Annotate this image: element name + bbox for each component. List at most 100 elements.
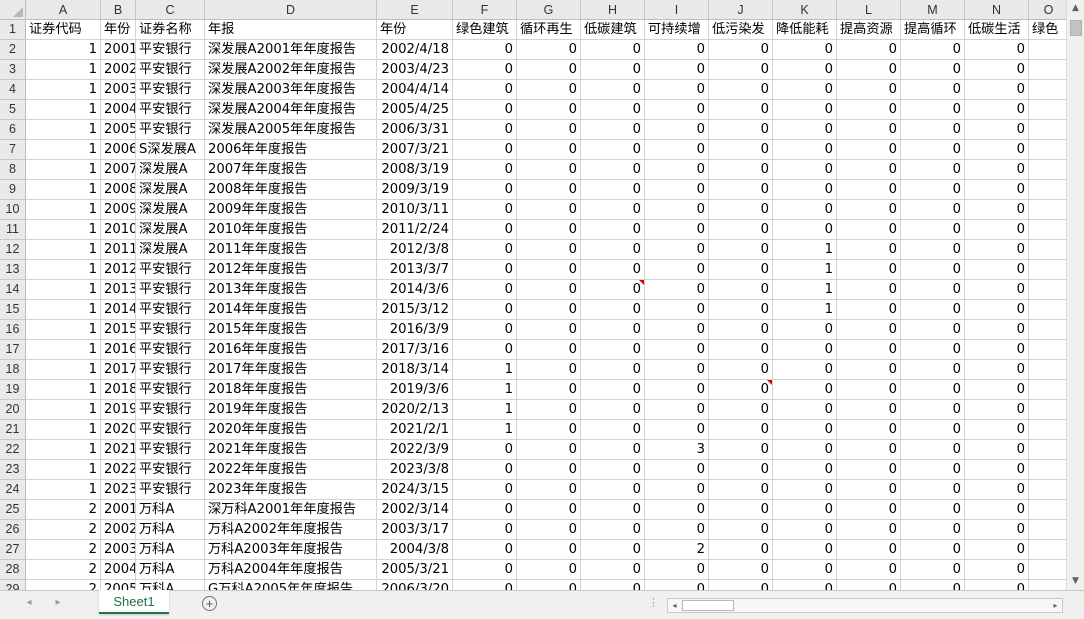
grid-cell[interactable]: 2	[26, 500, 101, 520]
grid-cell[interactable]: 0	[645, 480, 709, 500]
grid-cell[interactable]: 深发展A	[136, 180, 205, 200]
grid-cell[interactable]: 0	[965, 120, 1029, 140]
grid-cell[interactable]: 1	[453, 380, 517, 400]
grid-cell[interactable]: 2020/2/13	[377, 400, 453, 420]
grid-cell[interactable]: 0	[709, 580, 773, 590]
grid-cell[interactable]: 0	[453, 160, 517, 180]
grid-cell[interactable]: 2023	[101, 480, 136, 500]
grid-cell[interactable]: 1	[453, 400, 517, 420]
column-header-i[interactable]: I	[645, 0, 709, 20]
grid-cell[interactable]: 0	[517, 400, 581, 420]
grid-cell[interactable]: 深发展A	[136, 220, 205, 240]
horizontal-scrollbar[interactable]: ◂ ▸	[667, 598, 1063, 613]
row-header[interactable]: 16	[0, 320, 26, 340]
grid-cell[interactable]: 0	[709, 80, 773, 100]
grid-cell[interactable]: 0	[837, 80, 901, 100]
grid-cell[interactable]: 2011年年度报告	[205, 240, 377, 260]
header-cell[interactable]: 证券名称	[136, 20, 205, 40]
grid-cell[interactable]: 0	[453, 100, 517, 120]
grid-cell[interactable]: 0	[965, 240, 1029, 260]
grid-cell[interactable]: 0	[773, 200, 837, 220]
grid-cell[interactable]: 0	[837, 220, 901, 240]
grid-cell[interactable]	[1029, 460, 1066, 480]
grid-cell[interactable]: 0	[837, 180, 901, 200]
grid-cell[interactable]	[1029, 380, 1066, 400]
column-header-g[interactable]: G	[517, 0, 581, 20]
grid-cell[interactable]: 0	[645, 100, 709, 120]
grid-cell[interactable]: 0	[581, 400, 645, 420]
column-header-m[interactable]: M	[901, 0, 965, 20]
grid-cell[interactable]: 0	[837, 200, 901, 220]
grid-cell[interactable]: 3	[645, 440, 709, 460]
grid-cell[interactable]: 平安银行	[136, 440, 205, 460]
header-cell[interactable]: 证券代码	[26, 20, 101, 40]
row-header[interactable]: 23	[0, 460, 26, 480]
grid-cell[interactable]: 2023年年度报告	[205, 480, 377, 500]
grid-cell[interactable]: 0	[581, 120, 645, 140]
grid-cell[interactable]: 0	[709, 560, 773, 580]
grid-cell[interactable]: 0	[837, 120, 901, 140]
comment-indicator-icon[interactable]	[639, 280, 644, 285]
grid-cell[interactable]: 0	[837, 420, 901, 440]
grid-cell[interactable]: 0	[453, 520, 517, 540]
grid-cell[interactable]: 0	[645, 220, 709, 240]
row-header[interactable]: 15	[0, 300, 26, 320]
grid-cell[interactable]: 万科A	[136, 520, 205, 540]
grid-cell[interactable]: 0	[645, 200, 709, 220]
grid-cell[interactable]: 0	[773, 400, 837, 420]
grid-cell[interactable]: 0	[453, 260, 517, 280]
grid-cell[interactable]: 0	[901, 560, 965, 580]
grid-cell[interactable]: 1	[26, 460, 101, 480]
grid-cell[interactable]: 0	[837, 60, 901, 80]
grid-cell[interactable]: 2005/3/21	[377, 560, 453, 580]
grid-cell[interactable]: 2017年年度报告	[205, 360, 377, 380]
grid-cell[interactable]: 0	[709, 400, 773, 420]
vertical-scrollbar[interactable]: ▲ ▼	[1066, 0, 1084, 590]
grid-cell[interactable]: 2014年年度报告	[205, 300, 377, 320]
grid-cell[interactable]: 0	[773, 220, 837, 240]
grid-cell[interactable]: 平安银行	[136, 360, 205, 380]
grid-cell[interactable]: 2021/2/1	[377, 420, 453, 440]
grid-cell[interactable]: 0	[517, 40, 581, 60]
grid-cell[interactable]: 0	[581, 360, 645, 380]
grid-cell[interactable]: 0	[453, 180, 517, 200]
header-cell[interactable]: 降低能耗	[773, 20, 837, 40]
grid-cell[interactable]: 0	[581, 160, 645, 180]
grid-cell[interactable]: 0	[837, 540, 901, 560]
grid-cell[interactable]: 0	[645, 460, 709, 480]
grid-cell[interactable]: 0	[709, 240, 773, 260]
column-header-a[interactable]: A	[26, 0, 101, 20]
row-header[interactable]: 18	[0, 360, 26, 380]
grid-cell[interactable]	[1029, 340, 1066, 360]
grid-cell[interactable]: 0	[453, 440, 517, 460]
grid-cell[interactable]	[1029, 200, 1066, 220]
grid-cell[interactable]: 1	[26, 160, 101, 180]
grid-cell[interactable]: 2003	[101, 540, 136, 560]
grid-cell[interactable]: 1	[26, 200, 101, 220]
grid-cell[interactable]: 2007	[101, 160, 136, 180]
grid-cell[interactable]: 1	[26, 440, 101, 460]
scroll-right-arrow-icon[interactable]: ▸	[1049, 599, 1062, 612]
grid-cell[interactable]: 2014/3/6	[377, 280, 453, 300]
grid-cell[interactable]: 0	[517, 160, 581, 180]
grid-cell[interactable]: 0	[773, 40, 837, 60]
column-header-e[interactable]: E	[377, 0, 453, 20]
grid-cell[interactable]: 0	[709, 540, 773, 560]
grid-cell[interactable]: 0	[773, 500, 837, 520]
grid-cell[interactable]: 平安银行	[136, 260, 205, 280]
grid-cell[interactable]: 平安银行	[136, 420, 205, 440]
grid-cell[interactable]: 万科A2002年年度报告	[205, 520, 377, 540]
grid-cell[interactable]: 万科A2003年年度报告	[205, 540, 377, 560]
grid-cell[interactable]: 0	[709, 500, 773, 520]
grid-cell[interactable]: 0	[837, 580, 901, 590]
grid-cell[interactable]: 2	[26, 580, 101, 590]
grid-cell[interactable]: 0	[709, 360, 773, 380]
next-sheet-icon[interactable]: ▸	[51, 597, 65, 608]
header-cell[interactable]: 提高循环	[901, 20, 965, 40]
grid-cell[interactable]: 0	[517, 120, 581, 140]
column-header-k[interactable]: K	[773, 0, 837, 20]
grid-cell[interactable]: 0	[773, 320, 837, 340]
comment-indicator-icon[interactable]	[767, 380, 772, 385]
grid-cell[interactable]: 0	[773, 360, 837, 380]
grid-cell[interactable]: 1	[26, 420, 101, 440]
